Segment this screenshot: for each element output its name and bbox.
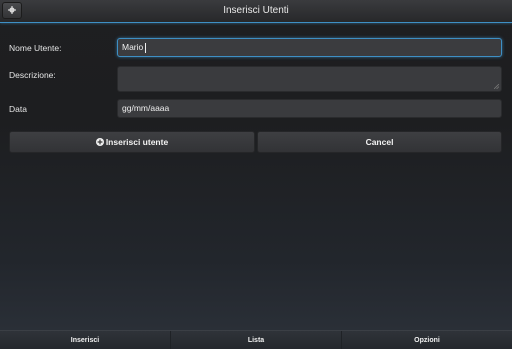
description-label: Descrizione:: [9, 70, 56, 80]
date-input[interactable]: gg/mm/aaaa: [117, 99, 502, 118]
plus-circle-icon: [95, 138, 104, 146]
nav-item-opzioni[interactable]: Opzioni: [342, 331, 512, 349]
nav-item-lista[interactable]: Lista: [171, 331, 342, 349]
text-caret: [145, 42, 147, 53]
cancel-button[interactable]: Cancel: [257, 131, 502, 153]
header-bar: Inserisci Utenti: [0, 0, 512, 23]
username-input[interactable]: Mario: [117, 38, 502, 57]
description-textarea[interactable]: [117, 66, 502, 92]
username-label: Nome Utente:: [9, 43, 62, 53]
username-value: Mario: [122, 42, 144, 52]
bottom-navbar: Inserisci Lista Opzioni: [0, 330, 512, 349]
date-label: Data: [9, 104, 27, 114]
nav-item-inserisci[interactable]: Inserisci: [0, 331, 171, 349]
page-title: Inserisci Utenti: [223, 5, 289, 16]
insert-user-label: Inserisci utente: [105, 137, 169, 147]
app-window: Inserisci Utenti Nome Utente: Mario Desc…: [0, 0, 512, 349]
insert-user-button[interactable]: Inserisci utente: [9, 131, 255, 153]
resize-grip-icon[interactable]: [494, 84, 499, 89]
date-value: gg/mm/aaaa: [122, 103, 170, 113]
cancel-label: Cancel: [365, 137, 394, 147]
